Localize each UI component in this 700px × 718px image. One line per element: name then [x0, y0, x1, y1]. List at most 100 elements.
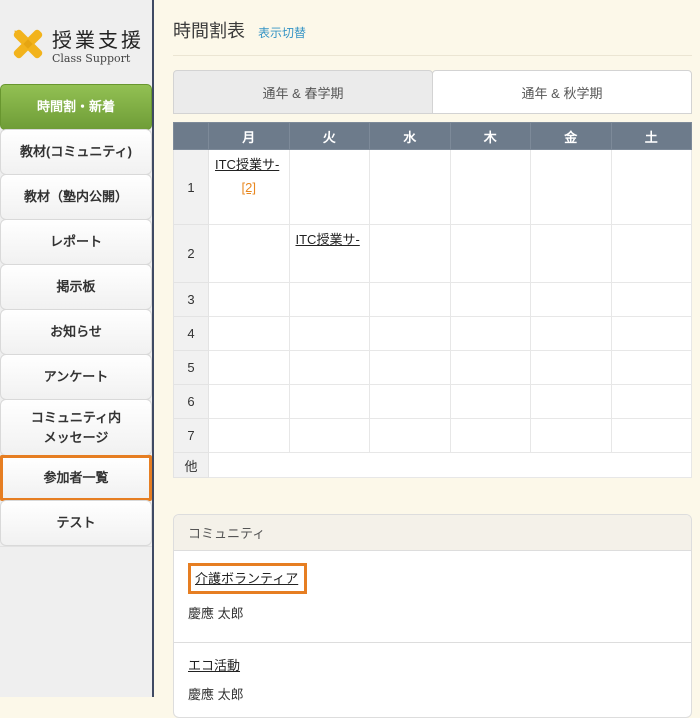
- timetable-row: 4: [174, 317, 692, 351]
- logo-text: 授業支援 Class Support: [52, 29, 144, 65]
- sidebar-item-timetable-new[interactable]: 時間割・新着: [0, 84, 152, 130]
- link-wrap: エコ活動: [188, 657, 240, 674]
- timetable-cell: [370, 283, 451, 317]
- timetable-day-header: 木: [450, 123, 531, 150]
- timetable-cell: [531, 283, 612, 317]
- timetable-cell: [289, 283, 370, 317]
- period-label: 他: [174, 453, 209, 478]
- timetable-cell: [209, 283, 290, 317]
- period-label: 6: [174, 385, 209, 419]
- sidebar-item-label: 参加者一覧: [43, 468, 108, 488]
- timetable-cell: [611, 283, 692, 317]
- timetable-cell: [289, 351, 370, 385]
- timetable-cell: [289, 419, 370, 453]
- semester-tabs: 通年 & 春学期 通年 & 秋学期: [173, 70, 692, 114]
- class-support-logo-icon: [8, 24, 48, 69]
- community-link[interactable]: 介護ボランティア: [195, 571, 298, 586]
- sidebar-footer: [0, 546, 152, 547]
- timetable-cell: [209, 317, 290, 351]
- logo-title: 授業支援: [52, 29, 144, 51]
- timetable-cell: [370, 385, 451, 419]
- timetable-cell: [370, 317, 451, 351]
- sidebar-item-label: コミュニティ内 メッセージ: [31, 408, 121, 447]
- timetable-row: 他: [174, 453, 692, 478]
- timetable-cell: [209, 225, 290, 283]
- timetable-row: 7: [174, 419, 692, 453]
- community-item: 介護ボランティア慶應 太郎: [174, 551, 691, 642]
- timetable-body: 1ITC授業サ-[2]2ITC授業サ-34567他: [174, 150, 692, 478]
- timetable-cell: [370, 150, 451, 225]
- sidebar-item-label: お知らせ: [50, 322, 102, 342]
- community-panel: コミュニティ 介護ボランティア慶應 太郎エコ活動慶應 太郎: [173, 514, 692, 718]
- sidebar-item-label: アンケート: [44, 367, 108, 387]
- timetable-header-row: 月火水木金土: [174, 123, 692, 150]
- period-label: 7: [174, 419, 209, 453]
- timetable-cell: [209, 453, 692, 478]
- new-items-count-link[interactable]: [2]: [215, 180, 283, 195]
- timetable-cell: [450, 351, 531, 385]
- timetable-cell: [289, 385, 370, 419]
- sidebar-item-report[interactable]: レポート: [0, 219, 152, 265]
- community-item: エコ活動慶應 太郎: [174, 642, 691, 717]
- timetable-day-header: 水: [370, 123, 451, 150]
- sidebar-item-label: レポート: [50, 232, 102, 252]
- community-owner: 慶應 太郎: [188, 684, 677, 703]
- timetable-cell: [209, 351, 290, 385]
- timetable-cell: [370, 225, 451, 283]
- sidebar-item-label: テスト: [56, 513, 95, 533]
- sidebar-item-materials-school[interactable]: 教材（塾内公開）: [0, 174, 152, 220]
- main-content: 時間割表 表示切替 通年 & 春学期 通年 & 秋学期 月火水木金土 1ITC授…: [156, 0, 700, 697]
- sidebar-item-community-messages[interactable]: コミュニティ内 メッセージ: [0, 399, 152, 456]
- period-label: 1: [174, 150, 209, 225]
- course-link[interactable]: ITC授業サ-: [215, 157, 279, 172]
- timetable-cell: [450, 150, 531, 225]
- timetable-day-header: 月: [209, 123, 290, 150]
- page-title: 時間割表: [173, 17, 245, 43]
- timetable-cell: [450, 317, 531, 351]
- period-label: 4: [174, 317, 209, 351]
- sidebar-item-label: 掲示板: [56, 277, 95, 297]
- sidebar-item-test[interactable]: テスト: [0, 500, 152, 546]
- timetable-cell: ITC授業サ- [2]: [209, 150, 290, 225]
- sidebar-item-survey[interactable]: アンケート: [0, 354, 152, 400]
- community-link[interactable]: エコ活動: [188, 658, 240, 673]
- sidebar-item-bulletin-board[interactable]: 掲示板: [0, 264, 152, 310]
- period-label: 5: [174, 351, 209, 385]
- app-logo: 授業支援 Class Support: [0, 0, 152, 85]
- community-link-row: エコ活動: [188, 655, 677, 675]
- header-divider: [173, 55, 692, 56]
- timetable-cell: [450, 385, 531, 419]
- timetable-row: 6: [174, 385, 692, 419]
- page-header: 時間割表 表示切替: [156, 0, 700, 43]
- logo-subtitle: Class Support: [52, 52, 144, 65]
- timetable-cell: [531, 351, 612, 385]
- timetable-cell: [370, 351, 451, 385]
- timetable-cell: [611, 225, 692, 283]
- sidebar-item-news[interactable]: お知らせ: [0, 309, 152, 355]
- course-link[interactable]: ITC授業サ-: [296, 232, 360, 247]
- view-toggle-link[interactable]: 表示切替: [258, 24, 306, 41]
- tab-fullyear-spring[interactable]: 通年 & 春学期: [173, 70, 433, 114]
- timetable-cell: [531, 419, 612, 453]
- timetable-day-header: 金: [531, 123, 612, 150]
- timetable-row: 2 ITC授業サ-: [174, 225, 692, 283]
- timetable-corner-cell: [174, 123, 209, 150]
- period-label: 2: [174, 225, 209, 283]
- community-owner: 慶應 太郎: [188, 603, 677, 622]
- timetable-cell: [450, 283, 531, 317]
- sidebar: 授業支援 Class Support 時間割・新着教材(コミュニティ) 教材（塾内…: [0, 0, 154, 697]
- timetable-cell: [531, 385, 612, 419]
- timetable-cell: [611, 150, 692, 225]
- sidebar-item-materials-community[interactable]: 教材(コミュニティ): [0, 129, 152, 175]
- sidebar-item-participants[interactable]: 参加者一覧: [0, 455, 152, 501]
- timetable-cell: [611, 317, 692, 351]
- timetable-cell: [209, 385, 290, 419]
- timetable-day-header: 土: [611, 123, 692, 150]
- tab-fullyear-autumn[interactable]: 通年 & 秋学期: [432, 70, 692, 114]
- timetable-cell: [289, 150, 370, 225]
- timetable: 月火水木金土 1ITC授業サ-[2]2ITC授業サ-34567他: [173, 122, 692, 478]
- sidebar-item-label: 教材(コミュニティ): [20, 142, 132, 162]
- community-link-row: 介護ボランティア: [188, 563, 677, 594]
- sidebar-item-label: 教材（塾内公開）: [24, 187, 128, 207]
- timetable-cell: [531, 225, 612, 283]
